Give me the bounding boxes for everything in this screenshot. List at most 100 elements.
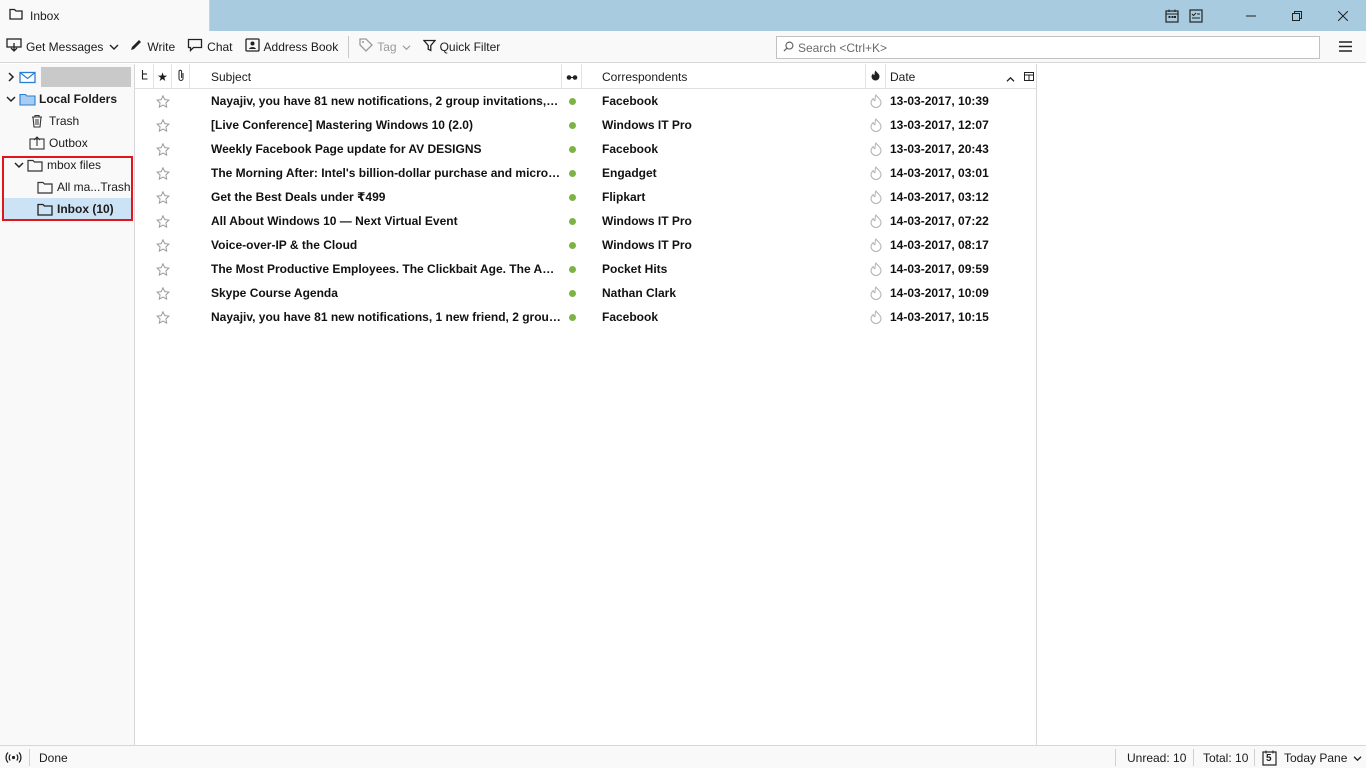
- table-row[interactable]: Nayajiv, you have 81 new notifications, …: [135, 305, 1037, 329]
- table-row[interactable]: The Most Productive Employees. The Click…: [135, 257, 1037, 281]
- folder-local-folders[interactable]: Local Folders: [4, 88, 138, 110]
- online-status-icon[interactable]: [5, 746, 25, 768]
- folder-mbox-files[interactable]: mbox files: [12, 154, 134, 176]
- flame-icon[interactable]: [866, 281, 886, 305]
- app-menu-button[interactable]: [1334, 37, 1356, 59]
- unread-dot[interactable]: [562, 233, 582, 257]
- folder-outbox[interactable]: Outbox: [28, 132, 134, 154]
- get-messages-button[interactable]: Get Messages: [0, 35, 105, 59]
- column-date[interactable]: Date: [886, 64, 1021, 89]
- column-correspondents[interactable]: Correspondents: [582, 64, 866, 89]
- star-icon[interactable]: [154, 89, 172, 113]
- folder-label: mbox files: [47, 158, 102, 172]
- column-subject[interactable]: Subject: [190, 64, 562, 89]
- star-icon[interactable]: [154, 113, 172, 137]
- sort-ascending-icon: [1006, 72, 1015, 86]
- folder-label: Local Folders: [39, 92, 118, 106]
- quick-filter-button[interactable]: Quick Filter: [417, 35, 507, 59]
- calendar-icon[interactable]: [1160, 0, 1184, 31]
- message-subject: [Live Conference] Mastering Windows 10 (…: [211, 118, 473, 132]
- table-row[interactable]: Voice-over-IP & the Cloud Windows IT Pro 1…: [135, 233, 1037, 257]
- star-icon[interactable]: [154, 257, 172, 281]
- chevron-right-icon[interactable]: [4, 72, 18, 82]
- unread-dot[interactable]: [562, 257, 582, 281]
- mail-account-icon: [18, 71, 36, 84]
- get-messages-dropdown[interactable]: [105, 35, 123, 59]
- message-date: 14-03-2017, 07:22: [890, 214, 989, 228]
- unread-dot[interactable]: [562, 113, 582, 137]
- table-row[interactable]: Nayajiv, you have 81 new notifications, …: [135, 89, 1037, 113]
- table-row[interactable]: All About Windows 10 — Next Virtual Even…: [135, 209, 1037, 233]
- address-book-icon: [244, 38, 260, 55]
- search-icon: [783, 41, 794, 55]
- unread-dot[interactable]: [562, 209, 582, 233]
- folder-label: Inbox (10): [57, 202, 114, 216]
- column-picker[interactable]: [1021, 64, 1037, 89]
- folder-trash[interactable]: Trash: [28, 110, 134, 132]
- thread-pane: ★ Subject Correspondents Date Nayajiv, y…: [135, 64, 1037, 745]
- star-icon[interactable]: [154, 281, 172, 305]
- column-thread[interactable]: [137, 64, 154, 89]
- table-row[interactable]: Get the Best Deals under ₹499 Flipkart 14-…: [135, 185, 1037, 209]
- folder-pane: Local Folders Trash Outbox mbox files Al…: [0, 64, 135, 745]
- address-book-button[interactable]: Address Book: [239, 35, 345, 59]
- unread-dot[interactable]: [562, 137, 582, 161]
- folder-label: All ma...Trash: [57, 180, 131, 194]
- unread-dot[interactable]: [562, 305, 582, 329]
- flame-icon[interactable]: [866, 233, 886, 257]
- restore-icon[interactable]: [1274, 0, 1320, 31]
- tab-inbox[interactable]: Inbox: [0, 0, 210, 31]
- star-icon[interactable]: [154, 233, 172, 257]
- unread-dot[interactable]: [562, 281, 582, 305]
- flame-icon[interactable]: [866, 185, 886, 209]
- column-starred[interactable]: ★: [154, 64, 172, 89]
- flame-icon[interactable]: [866, 137, 886, 161]
- chevron-down-icon[interactable]: [12, 161, 26, 169]
- tag-button[interactable]: Tag: [353, 35, 416, 59]
- folder-account[interactable]: [4, 66, 138, 88]
- star-icon[interactable]: [154, 161, 172, 185]
- star-icon[interactable]: [154, 305, 172, 329]
- status-divider: [1254, 749, 1255, 766]
- hamburger-icon: [1338, 41, 1352, 55]
- table-row[interactable]: The Morning After: Intel's billion-dolla…: [135, 161, 1037, 185]
- table-row[interactable]: [Live Conference] Mastering Windows 10 (…: [135, 113, 1037, 137]
- search-input[interactable]: Search <Ctrl+K>: [776, 36, 1320, 59]
- flame-icon[interactable]: [866, 89, 886, 113]
- folder-icon: [9, 8, 23, 23]
- quick-filter-label: Quick Filter: [439, 39, 501, 54]
- flame-icon[interactable]: [866, 161, 886, 185]
- column-attachment[interactable]: [172, 64, 190, 89]
- folder-inbox[interactable]: Inbox (10): [2, 198, 132, 220]
- write-button[interactable]: Write: [123, 35, 181, 59]
- today-pane-button[interactable]: 5 Today Pane: [1262, 746, 1362, 768]
- main-toolbar: Get Messages Write Chat Address Book Tag: [0, 31, 1366, 63]
- column-read-status[interactable]: [562, 64, 582, 89]
- chevron-down-icon: [109, 40, 119, 54]
- tasks-icon[interactable]: [1184, 0, 1208, 31]
- flame-icon[interactable]: [866, 305, 886, 329]
- pencil-icon: [129, 38, 143, 55]
- message-correspondent: Engadget: [602, 166, 657, 180]
- tag-icon: [359, 38, 374, 55]
- flame-icon[interactable]: [866, 257, 886, 281]
- chat-button[interactable]: Chat: [181, 35, 238, 59]
- star-icon[interactable]: [154, 209, 172, 233]
- chevron-down-icon[interactable]: [4, 95, 18, 103]
- table-row[interactable]: Weekly Facebook Page update for AV DESIG…: [135, 137, 1037, 161]
- unread-dot[interactable]: [562, 161, 582, 185]
- message-date: 13-03-2017, 10:39: [890, 94, 989, 108]
- minimize-icon[interactable]: [1228, 0, 1274, 31]
- table-row[interactable]: Skype Course Agenda Nathan Clark 14-03-201…: [135, 281, 1037, 305]
- unread-dot[interactable]: [562, 185, 582, 209]
- unread-dot[interactable]: [562, 89, 582, 113]
- star-icon[interactable]: [154, 137, 172, 161]
- message-correspondent: Facebook: [602, 94, 659, 108]
- flame-icon[interactable]: [866, 113, 886, 137]
- message-subject: Weekly Facebook Page update for AV DESIG…: [211, 142, 482, 156]
- column-junk-status[interactable]: [866, 64, 886, 89]
- folder-all-mail-trash[interactable]: All ma...Trash: [36, 176, 134, 198]
- flame-icon[interactable]: [866, 209, 886, 233]
- star-icon[interactable]: [154, 185, 172, 209]
- close-icon[interactable]: [1320, 0, 1366, 31]
